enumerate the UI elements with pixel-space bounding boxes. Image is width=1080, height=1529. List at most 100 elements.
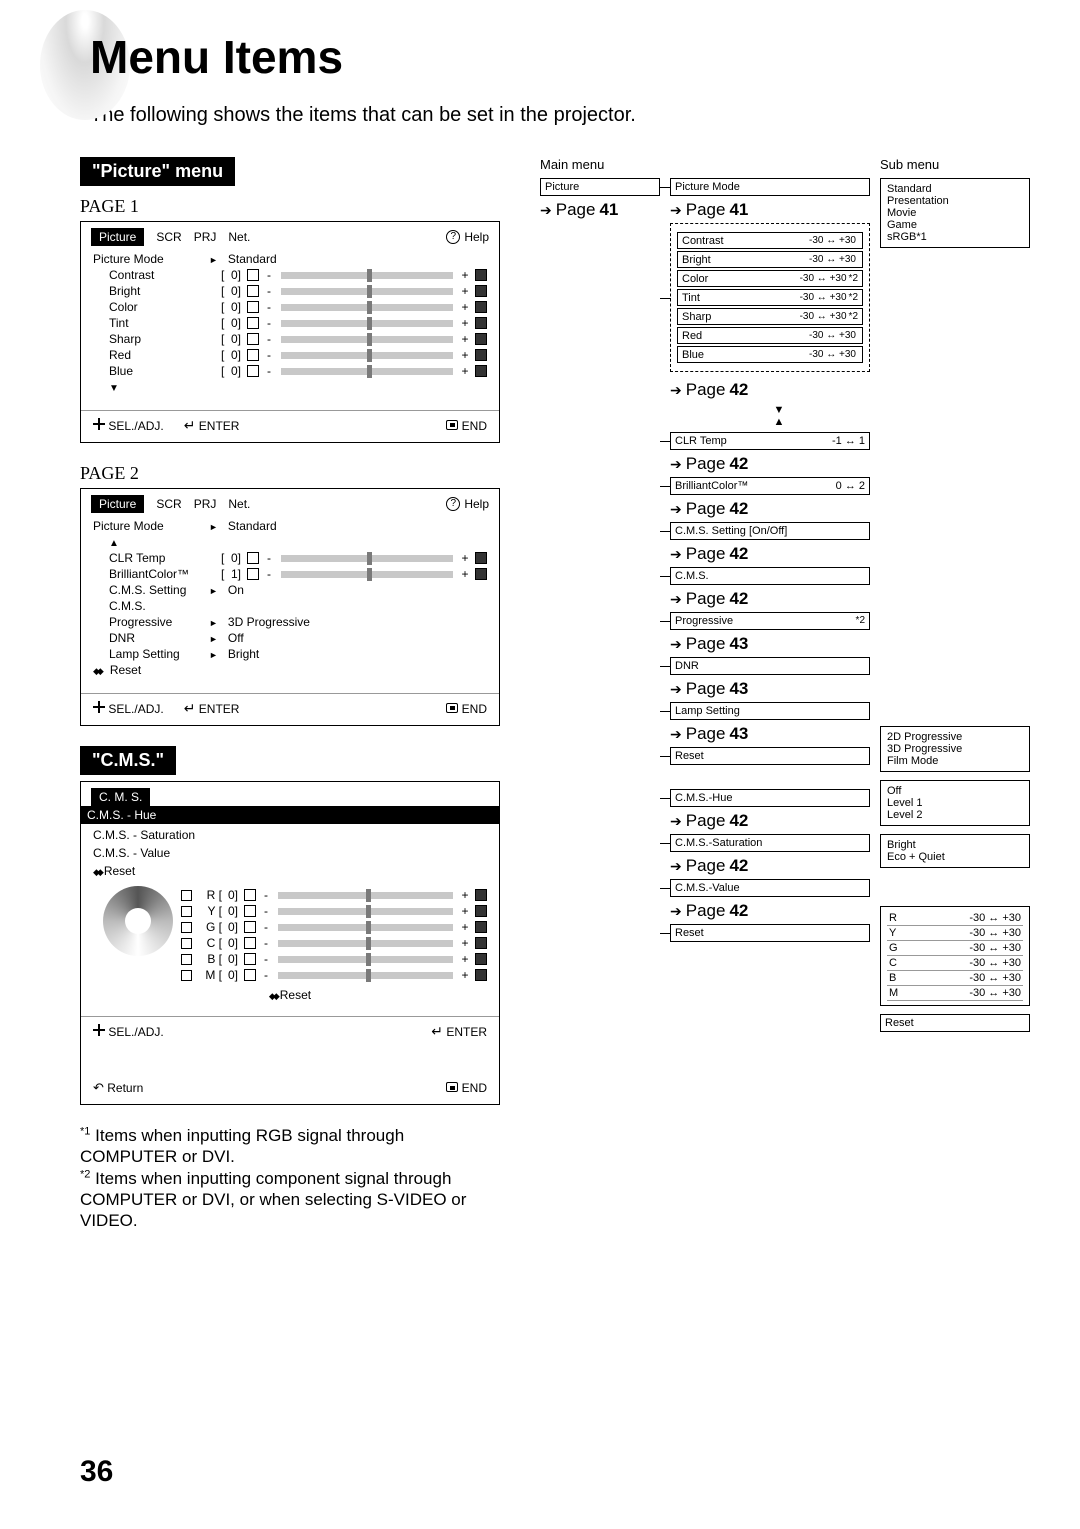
cms-hue-row[interactable]: C.M.S. - Hue — [81, 806, 499, 824]
slider-track[interactable] — [278, 940, 453, 947]
scroll-indicator: ▼▲ — [688, 404, 870, 428]
channel-value: 0] — [228, 888, 238, 902]
slider-min-icon — [247, 301, 259, 313]
slider-min-icon — [247, 317, 259, 329]
slider-min-icon — [244, 921, 256, 933]
slider-track[interactable] — [278, 924, 453, 931]
slider-track[interactable] — [281, 336, 453, 343]
tab-prj-2[interactable]: PRJ — [194, 497, 217, 511]
slider-track[interactable] — [278, 956, 453, 963]
cms-sat-row[interactable]: C.M.S. - Saturation — [93, 826, 487, 844]
option: 2D Progressive — [887, 731, 1023, 743]
slider-max-icon — [475, 349, 487, 361]
page-link-41a[interactable]: Page41 — [540, 200, 660, 220]
tab-scr-2[interactable]: SCR — [156, 497, 181, 511]
dpad-icon — [93, 1024, 105, 1036]
page1-label: PAGE 1 — [80, 196, 500, 217]
page-link-42b[interactable]: Page42 — [670, 454, 870, 474]
slider-max-icon — [475, 905, 487, 917]
slider-track[interactable] — [278, 908, 453, 915]
submenu-arrow-icon — [209, 583, 222, 597]
dpad-icon — [93, 418, 105, 430]
osd-cms: C. M. S. C.M.S. - Hue C.M.S. - Saturatio… — [80, 781, 500, 1105]
page-link-42g[interactable]: Page42 — [670, 856, 870, 876]
tab-net-2[interactable]: Net. — [228, 497, 250, 511]
footnote-1: Items when inputting RGB signal through … — [80, 1126, 404, 1166]
color-swatch-Y — [181, 906, 192, 917]
cms-label[interactable]: C.M.S. — [93, 599, 203, 613]
page-link-42c[interactable]: Page42 — [670, 499, 870, 519]
slider-track[interactable] — [281, 288, 453, 295]
slider-max-icon — [475, 889, 487, 901]
footer-enter-3: ENTER — [446, 1025, 487, 1039]
page-link-43c[interactable]: Page43 — [670, 724, 870, 744]
option: Movie — [887, 207, 1023, 219]
option: Game — [887, 219, 1023, 231]
osd-picture-page1: Picture SCR PRJ Net. ? Help Picture Mode… — [80, 221, 500, 443]
scroll-down-icon[interactable] — [93, 380, 203, 394]
progressive-value[interactable]: 3D Progressive — [228, 615, 310, 629]
osd-picture-page2: Picture SCR PRJ Net. ? Help Picture Mode… — [80, 488, 500, 726]
tab-scr[interactable]: SCR — [156, 230, 181, 244]
tab-prj[interactable]: PRJ — [194, 230, 217, 244]
dnr-options: OffLevel 1Level 2 — [880, 780, 1030, 826]
help-icon: ? — [446, 230, 460, 244]
adj-row-Blue: Blue-30 ↔ +30 — [677, 346, 863, 363]
option: Off — [887, 785, 1023, 797]
page-link-43b[interactable]: Page43 — [670, 679, 870, 699]
tab-help[interactable]: Help — [464, 230, 489, 244]
node-dnr: DNR — [670, 657, 870, 675]
reset-label[interactable]: Reset — [110, 663, 141, 677]
page-link-41b[interactable]: Page41 — [670, 200, 870, 220]
slider-track[interactable] — [281, 304, 453, 311]
sub-menu-head: Sub menu — [880, 157, 1030, 172]
lamp-label: Lamp Setting — [93, 647, 203, 661]
row-label: Sharp — [93, 332, 203, 346]
dnr-value[interactable]: Off — [228, 631, 244, 645]
tab-help-2[interactable]: Help — [464, 497, 489, 511]
color-swatch-C — [181, 938, 192, 949]
footer-return: Return — [107, 1081, 143, 1095]
picture-mode-value-2[interactable]: Standard — [228, 519, 277, 533]
slider-track[interactable] — [281, 368, 453, 375]
page-link-42a[interactable]: Page42 — [670, 380, 870, 400]
slider-max-icon — [475, 921, 487, 933]
tab-cms[interactable]: C. M. S. — [91, 788, 150, 806]
slider-track[interactable] — [281, 571, 453, 578]
page-link-42f[interactable]: Page42 — [670, 811, 870, 831]
slider-track[interactable] — [281, 272, 453, 279]
lamp-value[interactable]: Bright — [228, 647, 259, 661]
cms-reset-2[interactable]: Reset — [280, 988, 311, 1002]
picture-menu-heading: "Picture" menu — [80, 157, 235, 186]
page-link-42d[interactable]: Page42 — [670, 544, 870, 564]
chan-range-G: G-30 ↔ +30 — [887, 941, 1023, 956]
option: Presentation — [887, 195, 1023, 207]
node-brilliant: BrilliantColor™0 ↔ 2 — [670, 477, 870, 495]
slider-min-icon — [247, 269, 259, 281]
slider-track[interactable] — [281, 320, 453, 327]
slider-track[interactable] — [278, 972, 453, 979]
tab-picture-2[interactable]: Picture — [91, 495, 144, 513]
slider-track[interactable] — [278, 892, 453, 899]
slider-min-icon — [244, 953, 256, 965]
slider-max-icon — [475, 301, 487, 313]
footnotes: *1 Items when inputting RGB signal throu… — [80, 1125, 500, 1231]
tab-picture[interactable]: Picture — [91, 228, 144, 246]
slider-track[interactable] — [281, 352, 453, 359]
picture-mode-value[interactable]: Standard — [228, 252, 277, 266]
scroll-up-icon[interactable] — [93, 535, 203, 549]
tab-net[interactable]: Net. — [228, 230, 250, 244]
slider-max-icon — [475, 365, 487, 377]
cms-reset[interactable]: Reset — [104, 864, 135, 878]
cms-val-row[interactable]: C.M.S. - Value — [93, 844, 487, 862]
slider-track[interactable] — [281, 555, 453, 562]
page-link-43a[interactable]: Page43 — [670, 634, 870, 654]
row-value: [ 0] — [209, 268, 241, 282]
progressive-label: Progressive — [93, 615, 203, 629]
submenu-arrow-icon — [209, 647, 222, 661]
cms-setting-value[interactable]: On — [228, 583, 244, 597]
color-wheel-icon — [103, 886, 173, 956]
page-link-42e[interactable]: Page42 — [670, 589, 870, 609]
slider-max-icon — [475, 317, 487, 329]
page-link-42h[interactable]: Page42 — [670, 901, 870, 921]
